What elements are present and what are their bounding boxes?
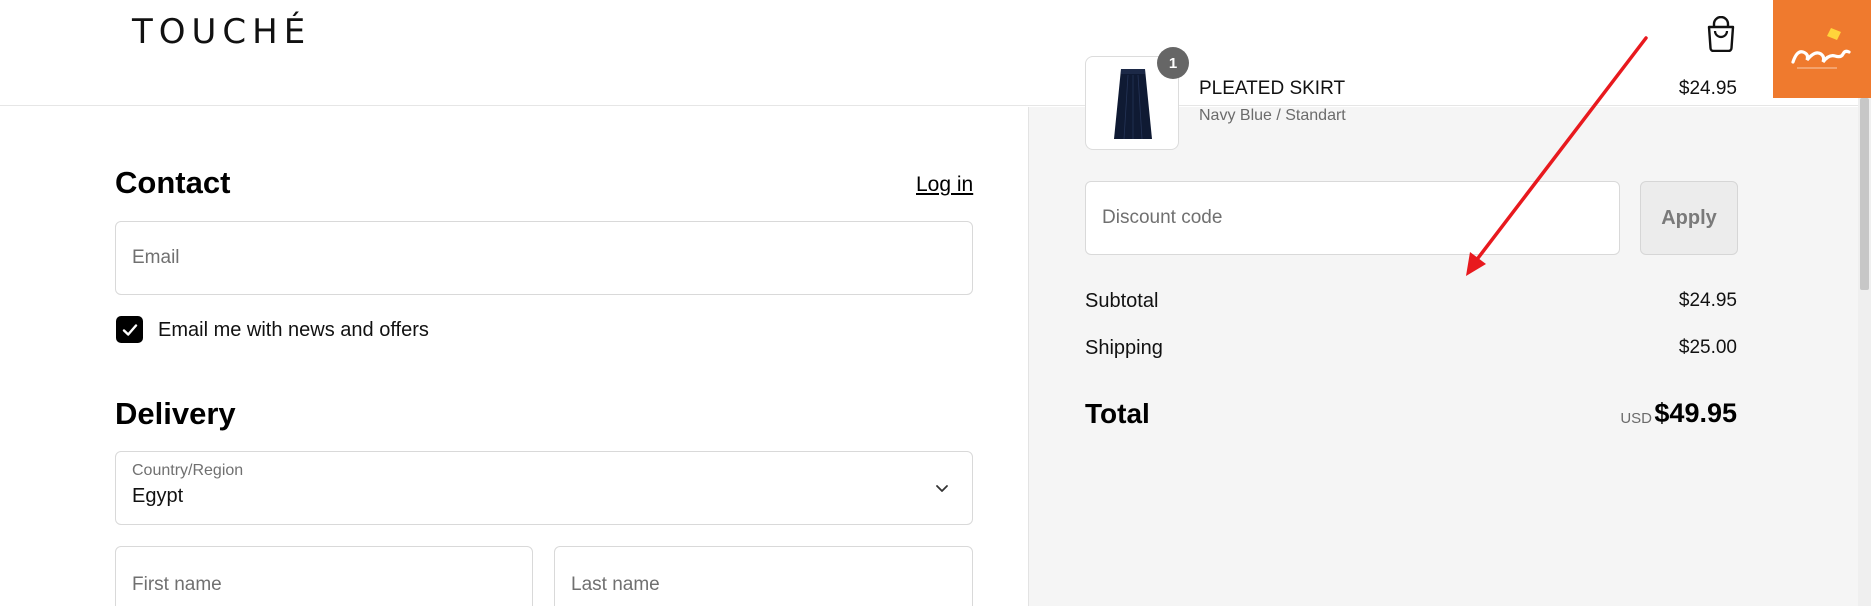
email-field[interactable]: Email: [115, 221, 973, 295]
newsletter-checkbox[interactable]: [116, 316, 143, 343]
product-price: $24.95: [1678, 78, 1737, 99]
scrollbar-thumb[interactable]: [1860, 98, 1869, 290]
total-currency: USD: [1620, 410, 1652, 427]
quantity-badge: 1: [1157, 47, 1189, 79]
delivery-heading: Delivery: [115, 396, 236, 431]
country-value: Egypt: [132, 485, 184, 507]
country-label: Country/Region: [132, 462, 244, 479]
subtotal-label: Subtotal: [1085, 290, 1159, 312]
checkout-form: Contact Log in Email Email me with news …: [0, 107, 1028, 606]
skirt-image: [1114, 69, 1152, 140]
shipping-label: Shipping: [1085, 337, 1163, 359]
chevron-down-icon: [936, 485, 948, 492]
total-label: Total: [1085, 398, 1150, 429]
contact-heading: Contact: [115, 165, 231, 200]
email-placeholder: Email: [132, 247, 180, 268]
site-header: TOUCHÉ: [0, 0, 1871, 106]
shopping-bag-icon[interactable]: [1705, 15, 1737, 53]
page-scrollbar[interactable]: [1858, 98, 1871, 606]
apply-discount-button[interactable]: Apply: [1640, 181, 1738, 255]
newsletter-label[interactable]: Email me with news and offers: [158, 319, 429, 342]
product-variant: Navy Blue / Standart: [1199, 107, 1346, 124]
first-name-placeholder: First name: [132, 574, 222, 595]
last-name-placeholder: Last name: [571, 574, 660, 595]
discount-code-input[interactable]: Discount code: [1085, 181, 1620, 255]
watermark-logo-icon: [1791, 28, 1851, 69]
country-select[interactable]: Country/Region Egypt: [115, 451, 973, 525]
shipping-value: $25.00: [1678, 337, 1737, 358]
total-value: $49.95: [1654, 398, 1737, 428]
first-name-field[interactable]: First name: [115, 546, 533, 606]
discount-placeholder: Discount code: [1102, 207, 1223, 228]
subtotal-value: $24.95: [1678, 290, 1737, 311]
watermark-logo: [1773, 0, 1871, 98]
checkmark-icon: [122, 323, 137, 336]
login-link[interactable]: Log in: [916, 173, 973, 197]
brand-logo[interactable]: TOUCHÉ: [132, 12, 311, 52]
last-name-field[interactable]: Last name: [554, 546, 973, 606]
product-name: PLEATED SKIRT: [1199, 78, 1346, 99]
